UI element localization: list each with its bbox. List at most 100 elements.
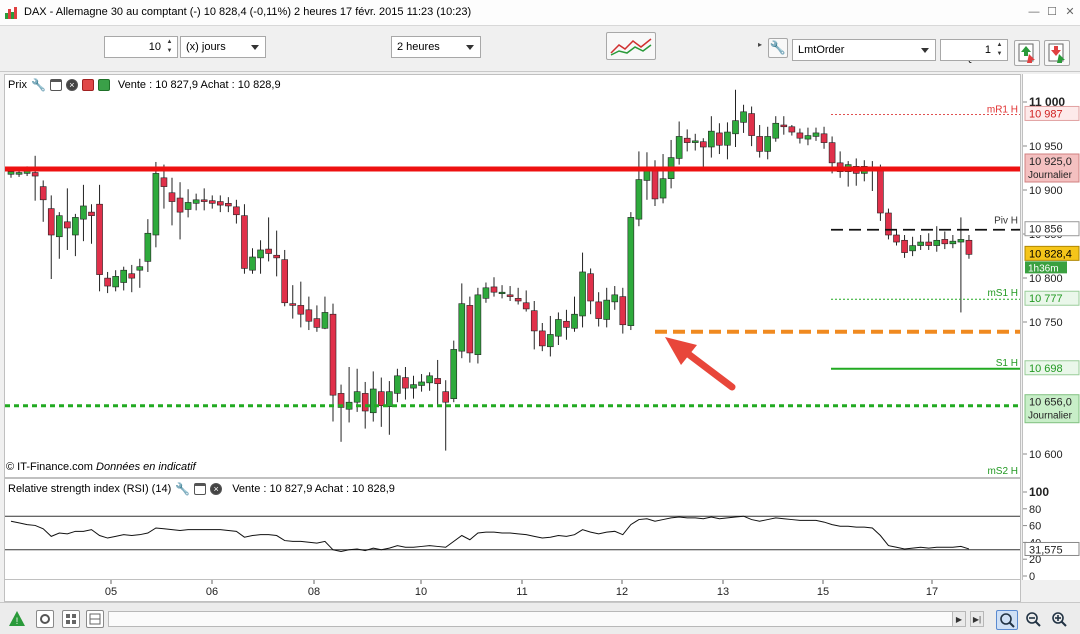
close-icon[interactable]: × [65,79,78,91]
candle-body [369,388,377,414]
price-tick-label: 10 600 [1029,449,1063,461]
mr1-price-value: 10 987 [1029,108,1063,120]
price-axis-labels: 11 00010 95010 90010 85010 80010 75010 6… [1023,95,1080,461]
order-type-select[interactable]: LmtOrder [792,39,936,61]
daily-low-price-sub: Journalier [1028,411,1073,422]
stepper-arrows-icon[interactable]: ▲ ▼ [994,41,1005,59]
candle-body [708,130,715,148]
rsi-line [10,515,970,552]
maximize-icon[interactable]: ☐ [1042,4,1062,20]
rsi-value: 31,575 [1029,544,1063,556]
candle-body [265,248,272,254]
period-count-stepper[interactable]: 10 ▲ ▼ [104,36,178,58]
quantity-value: 1 [984,44,991,56]
sell-order-button[interactable] [1044,40,1070,66]
candle-body [88,211,95,216]
price-tick-label: 10 900 [1029,185,1063,197]
sell-order-icon [1048,43,1065,63]
candle-body [957,239,965,243]
candle-body [152,173,160,236]
candle-body [909,245,916,252]
alert-icon[interactable]: ! [8,610,26,628]
minimize-icon[interactable]: — [1024,4,1044,20]
candle-body [925,241,933,246]
chevron-down-icon [466,45,474,50]
candle-body [80,205,87,220]
time-tick-label: 12 [616,586,628,598]
daily-high-price-sub: Journalier [1028,170,1073,181]
source-disclaimer: Données en indicatif [96,461,196,473]
zoom-fit-button[interactable] [996,610,1018,630]
order-type-value: LmtOrder [798,44,845,56]
interval-select[interactable]: 2 heures [391,36,481,58]
price-chart[interactable]: mR1 H Piv H mS1 H S1 H mS2 H [5,75,1020,477]
candle-body [217,201,224,206]
candle-body [410,384,417,389]
zoom-out-icon[interactable] [1024,610,1042,628]
price-axis[interactable]: 11 00010 95010 90010 85010 80010 75010 6… [1022,74,1080,478]
candle-body [699,141,707,148]
grid-icon[interactable] [62,610,80,628]
candle-body [651,170,659,200]
candle-body [732,120,739,135]
candle-body [305,309,313,322]
buy-order-button[interactable] [1014,40,1040,66]
candle-body [828,142,836,164]
window-icon[interactable] [49,79,62,91]
candle-body [748,113,755,136]
order-expand-icon[interactable]: ▸ [758,40,762,49]
time-axis[interactable]: 05 06 08 10 11 12 13 15 17 [4,580,1021,602]
zoom-in-icon[interactable] [1050,610,1068,628]
scroll-right-icon[interactable]: ▶ [952,611,966,627]
candle-body [136,266,144,271]
rsi-tick-label: 60 [1029,521,1041,533]
candle-body [780,124,788,128]
candle-body [15,172,23,175]
candle-body [788,126,796,133]
candle-body [434,378,441,385]
close-icon[interactable]: ✕ [1060,4,1080,20]
candle-body [877,169,884,214]
candle-body [31,172,39,177]
rsi-tick-label: 0 [1029,571,1035,580]
quantity-stepper[interactable]: 1 ▲ ▼ [940,39,1008,61]
wrench-icon[interactable]: 🔧 [175,483,190,495]
level-label-ms2: mS2 H [987,466,1018,477]
window-icon[interactable] [194,483,207,495]
candle-body [474,294,482,355]
candle-body [184,202,192,210]
candle-body [7,171,15,175]
period-unit-select[interactable]: (x) jours [180,36,266,58]
rsi-axis[interactable]: 10080604020031,575 [1022,478,1080,583]
candle-body [160,177,168,187]
candle-body [965,239,973,255]
candle-body [450,349,458,399]
horizontal-scrollbar[interactable] [108,611,966,627]
wrench-icon[interactable]: 🔧 [768,38,788,58]
title-bar: DAX - Allemagne 30 au comptant (-) 10 82… [0,0,1080,26]
sell-arrow-icon[interactable] [81,79,94,91]
candle-body [458,303,466,352]
chart-style-button[interactable] [606,32,656,60]
chart-app-icon [5,7,18,19]
s1-price-value: 10 698 [1029,363,1063,375]
wrench-icon[interactable]: 🔧 [31,79,46,91]
scroll-end-icon[interactable]: ▶| [970,611,984,627]
rsi-panel-header: Relative strength index (RSI) (14) 🔧 × V… [5,479,395,499]
candle-body [273,254,280,259]
close-icon[interactable]: × [210,483,223,495]
rsi-panel[interactable]: Relative strength index (RSI) (14) 🔧 × V… [4,478,1021,580]
candle-body [39,186,47,201]
candle-body [47,208,55,236]
price-chart-panel[interactable]: mR1 H Piv H mS1 H S1 H mS2 H Prix 🔧 × Vente … [4,74,1021,478]
candle-body [321,312,329,329]
candle-body [128,273,136,279]
rsi-quote: Vente : 10 827,9 Achat : 10 828,9 [232,483,395,495]
candle-body [426,375,433,384]
stepper-arrows-icon[interactable]: ▲ ▼ [164,38,175,56]
layout-icon[interactable] [86,610,104,628]
buy-arrow-icon[interactable] [97,79,110,91]
candle-body [176,197,184,213]
candle-body [772,122,780,139]
settings-icon[interactable] [36,610,54,628]
